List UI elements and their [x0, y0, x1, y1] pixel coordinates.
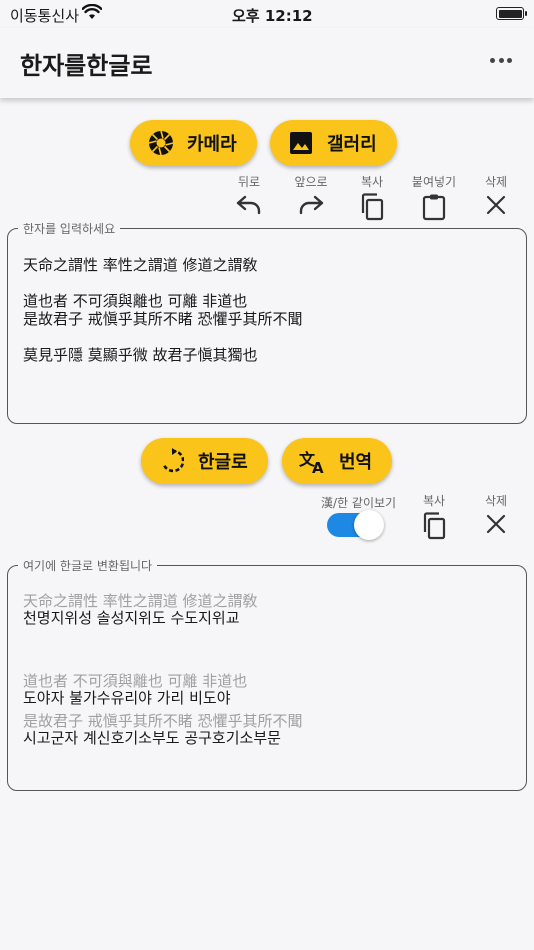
- redo-icon: [299, 195, 324, 215]
- input-legend: 한자를 입력하세요: [18, 220, 121, 237]
- redo-button[interactable]: 앞으로: [283, 173, 339, 217]
- output-hangul-line: 시고군자 계신호기소부도 공구호기소부문: [23, 729, 281, 747]
- hangul-label: 한글로: [198, 452, 248, 473]
- camera-label: 카메라: [187, 134, 237, 155]
- translate-label: 번역: [339, 452, 373, 473]
- delete-output-button[interactable]: 삭제: [468, 492, 524, 536]
- convert-hangul-button[interactable]: 한글로: [141, 438, 268, 484]
- paste-label: 붙여넣기: [411, 175, 457, 189]
- delete-input-button[interactable]: 삭제: [468, 173, 524, 217]
- copy-label: 복사: [422, 494, 446, 508]
- svg-text:A: A: [312, 459, 324, 474]
- copy-input-button[interactable]: 복사: [344, 173, 400, 221]
- copy-icon: [423, 512, 446, 540]
- output-hangul-line: 도야자 불가수유리야 가리 비도야: [23, 689, 231, 707]
- undo-button[interactable]: 뒤로: [221, 173, 277, 217]
- carrier-label: 이동통신사: [10, 7, 80, 25]
- copy-icon: [361, 193, 384, 221]
- delete-label: 삭제: [484, 175, 508, 189]
- toggle-label: 漢/한 같이보기: [321, 496, 397, 510]
- clipboard-icon: [422, 194, 446, 221]
- app-bar: 한자를한글로: [0, 28, 534, 98]
- camera-shutter-icon: [147, 129, 175, 157]
- image-icon: [287, 129, 315, 157]
- undo-icon: [236, 195, 261, 215]
- translate-icon: 文A: [299, 447, 327, 475]
- undo-label: 뒤로: [237, 175, 261, 189]
- toggle-knob: [354, 510, 384, 540]
- input-line: 莫見乎隱 莫顯乎微 故君子愼其獨也: [23, 346, 258, 364]
- gallery-label: 갤러리: [327, 134, 377, 155]
- translate-button[interactable]: 文A 번역: [282, 438, 392, 484]
- close-icon: [486, 514, 506, 534]
- copy-output-button[interactable]: 복사: [406, 492, 462, 540]
- show-together-toggle[interactable]: [327, 510, 384, 540]
- refresh-icon: [158, 447, 186, 475]
- close-icon: [486, 195, 506, 215]
- output-legend: 여기에 한글로 변환됩니다: [18, 557, 158, 574]
- camera-button[interactable]: 카메라: [130, 120, 257, 166]
- paste-button[interactable]: 붙여넣기: [406, 173, 462, 221]
- output-hangul-line: 천명지위성 솔성지위도 수도지위교: [23, 609, 240, 627]
- more-options-icon[interactable]: [490, 58, 512, 64]
- battery-icon: [496, 7, 527, 20]
- redo-label: 앞으로: [294, 175, 328, 189]
- wifi-icon: [81, 3, 103, 24]
- delete-label: 삭제: [484, 494, 508, 508]
- app-title: 한자를한글로: [20, 52, 153, 80]
- input-line: 天命之謂性 率性之謂道 修道之謂敎: [23, 256, 258, 274]
- input-line: 是故君子 戒愼乎其所不睹 恐懼乎其所不聞: [23, 310, 303, 328]
- gallery-button[interactable]: 갤러리: [270, 120, 397, 166]
- status-time: 오후 12:12: [232, 7, 313, 25]
- copy-label: 복사: [360, 175, 384, 189]
- status-bar: 이동통신사 오후 12:12: [0, 0, 534, 28]
